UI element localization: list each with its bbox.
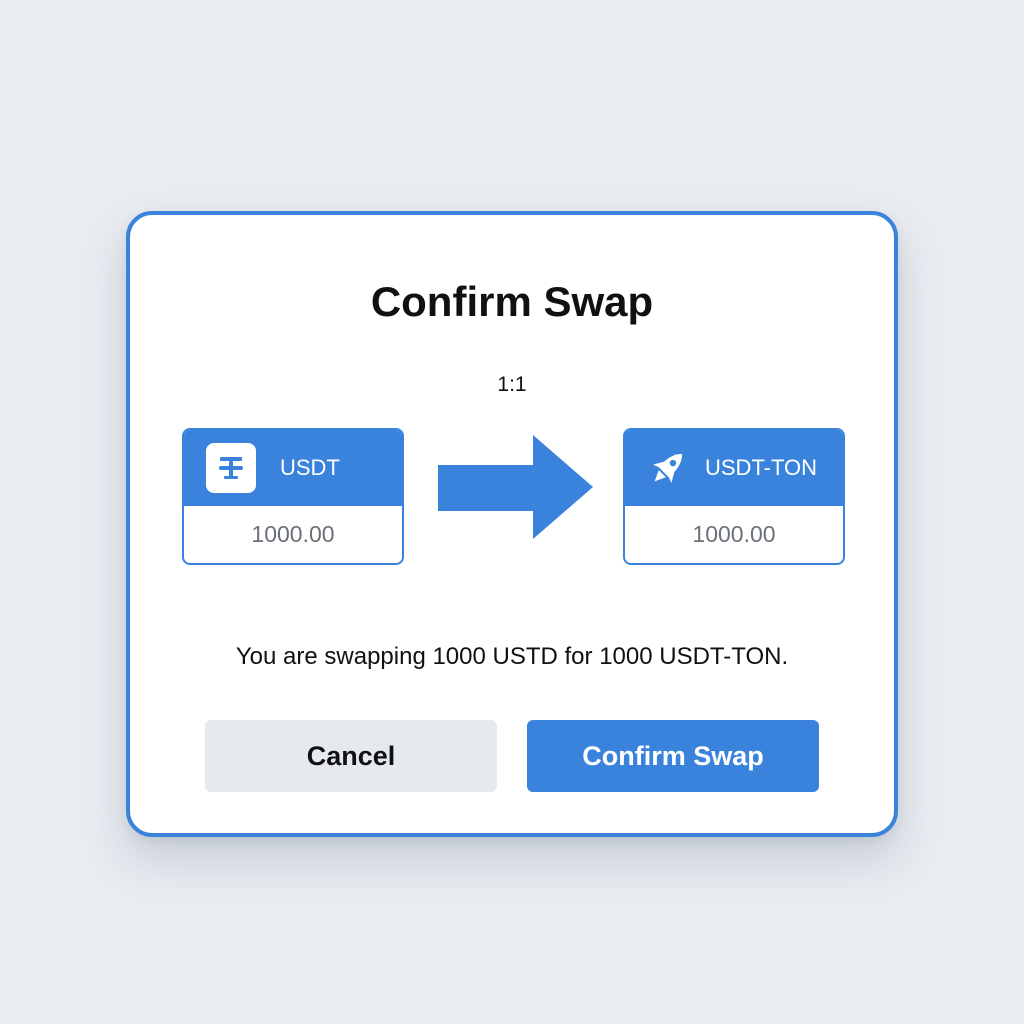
from-token-card: USDT 1000.00: [182, 428, 404, 565]
from-token-name: USDT: [280, 455, 340, 480]
arrow-right-icon: [438, 435, 593, 539]
from-token-amount: 1000.00: [251, 521, 335, 547]
to-token-amount: 1000.00: [692, 521, 776, 547]
dialog-title: Confirm Swap: [370, 278, 654, 325]
confirm-swap-button[interactable]: Confirm Swap: [527, 720, 819, 792]
tether-icon: [206, 443, 256, 493]
confirm-swap-dialog: Confirm Swap 1:1 USDT 1000.00 USDT-TON 1…: [126, 211, 898, 837]
exchange-rate: 1:1: [497, 373, 527, 396]
to-token-name: USDT-TON: [705, 455, 818, 480]
to-token-header: USDT-TON: [625, 430, 843, 506]
swap-summary-text: You are swapping 1000 USTD for 1000 USDT…: [235, 643, 789, 670]
rocket-icon: [645, 445, 691, 491]
from-token-header: USDT: [184, 430, 402, 506]
to-token-card: USDT-TON 1000.00: [623, 428, 845, 565]
cancel-button[interactable]: Cancel: [205, 720, 497, 792]
